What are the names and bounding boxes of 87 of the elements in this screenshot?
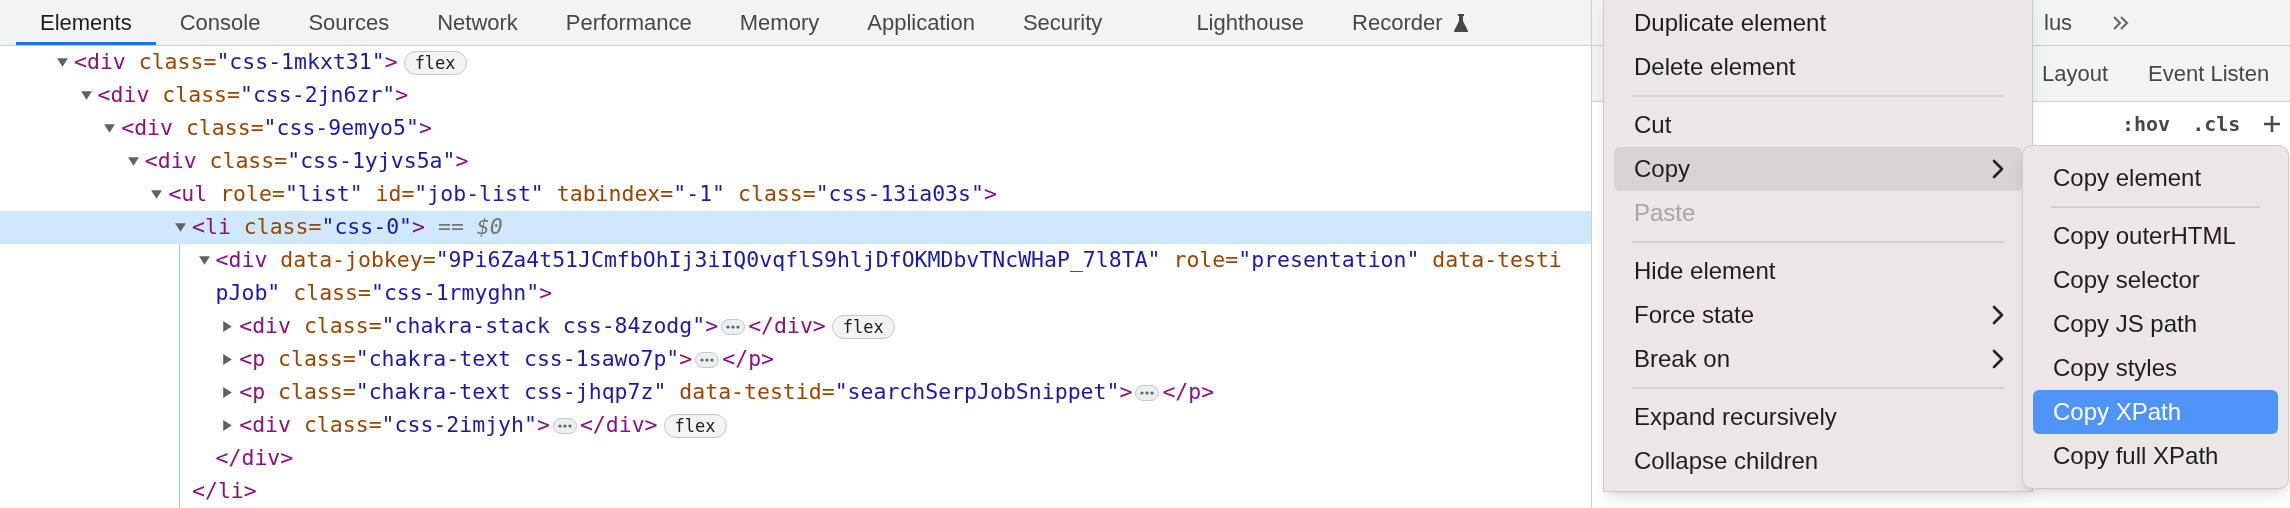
caret-down-icon[interactable] [174,221,187,234]
ellipsis-icon [700,357,715,362]
code-text: </p> [722,345,775,374]
caret-down-icon[interactable] [150,188,164,201]
dom-node-row[interactable]: <div class="css-1mkxt31"> flex [0,46,1591,79]
menu-item[interactable]: Copy full XPath [2033,434,2278,478]
menu-item[interactable]: Expand recursively [1614,395,2022,439]
panel-tab[interactable]: Lighthouse [1172,0,1329,45]
code-text: <div class="css-9emyo5"> [121,114,432,143]
code-text: <li class="css-0"> == $0 [192,213,503,242]
menu-item[interactable]: Copy selector [2033,258,2278,302]
code-text: <div class="css-1yjvs5a"> [144,147,469,176]
dom-node-row[interactable]: <div class="chakra-stack css-84zodg"> </div> flex [0,310,1591,343]
chevron-right-icon [1992,349,2004,369]
panel-tab[interactable]: Performance [541,0,716,45]
panel-tab[interactable]: Memory [715,0,844,45]
expand-button[interactable] [552,417,577,434]
caret-right-icon[interactable] [221,386,235,399]
expand-button[interactable] [1135,384,1160,401]
flask-icon [1452,12,1469,33]
menu-item[interactable]: Copy JS path [2033,302,2278,346]
code-text: <p class="chakra-text css-jhqp7z" data-testid="searchSerpJobSnippet"> [239,378,1133,407]
caret-right-icon[interactable] [221,419,235,432]
ellipsis-icon [1140,390,1155,395]
menu-item[interactable]: Copy outerHTML [2033,214,2278,258]
expand-button[interactable] [721,318,746,335]
dom-node-row[interactable]: <div class="css-9emyo5"> [0,112,1591,145]
caret-down-icon[interactable] [56,56,69,69]
chevron-right-icon [1992,159,2004,179]
panel-tab[interactable]: Security [998,0,1127,45]
ellipsis-icon [557,423,572,428]
dom-node-row[interactable]: <ul role="list" id="job-list" tabindex="-1" class="css-13ia03s"> [0,178,1591,211]
code-text: <div data-jobkey="9Pi6Za4t51JCmfbOhIj3iIQ0vqflS9hljDfOKMDbvTNcWHaP_7l8TA" role="presentation" data-testi [215,246,1562,275]
menu-item[interactable]: Duplicate element [1614,1,2022,45]
menu-item[interactable]: Cut [1614,103,2022,147]
more-tabs-icon[interactable] [2112,14,2131,31]
code-text: <div class="css-1mkxt31"> [74,48,398,77]
code-text: </p> [1162,378,1215,407]
dom-node-row[interactable]: <li class="css-0"> == $0 [0,211,1591,244]
dom-node-row[interactable]: <p class="chakra-text css-jhqp7z" data-testid="searchSerpJobSnippet"> </p> [0,376,1591,409]
code-text: pJob" class="css-1rmyghn"> [215,279,553,308]
filter-toggle[interactable]: :hov [2122,109,2171,139]
sidebar-tab[interactable]: Event Listen [2148,57,2270,90]
menu-item[interactable]: Copy styles [2033,346,2278,390]
caret-right-icon[interactable] [221,320,235,333]
panel-tab[interactable]: Elements [16,0,156,45]
filter-toggle[interactable]: .cls [2192,109,2241,139]
menu-item[interactable]: Delete element [1614,45,2022,89]
code-text: </div> [579,411,658,440]
menu-item[interactable]: Copy element [2033,156,2278,200]
caret-down-icon[interactable] [103,122,117,135]
dom-node-row[interactable]: <div class="css-2jn6zr"> [0,79,1591,112]
chevron-right-icon [1992,305,2004,325]
add-icon[interactable] [2262,114,2283,134]
panel-tab[interactable]: Network [413,0,542,45]
code-text: <ul role="list" id="job-list" tabindex="-1" class="css-13ia03s"> [168,180,997,209]
menu-item[interactable]: Copy [1614,147,2022,191]
menu-item[interactable]: Hide element [1614,249,2022,293]
tab-label[interactable]: lus [2044,6,2073,39]
flex-badge[interactable]: flex [663,413,727,438]
code-text: </div> [215,444,294,473]
menu-item[interactable]: Force state [1614,293,2022,337]
code-text: </li> [192,477,257,506]
ellipsis-icon [726,324,741,329]
panel-tab[interactable]: Console [155,0,285,45]
flex-badge[interactable]: flex [403,50,467,75]
panel-tab[interactable]: Sources [284,0,414,45]
sidebar-tab[interactable]: Layout [2042,57,2109,90]
panel-tab[interactable]: Application [843,0,999,45]
caret-down-icon[interactable] [197,254,211,267]
caret-down-icon[interactable] [126,155,140,168]
menu-item[interactable]: Break on [1614,337,2022,381]
flex-badge[interactable]: flex [831,314,895,339]
expand-button[interactable] [695,351,720,368]
dom-node-row[interactable]: <p class="chakra-text css-1sawo7p"> </p> [0,343,1591,376]
code-text: </div> [748,312,826,341]
dom-node-row[interactable]: <div class="css-1yjvs5a"> [0,145,1591,178]
code-text: <div class="chakra-stack css-84zodg"> [239,312,719,341]
dom-node-row[interactable]: <div class="css-2imjyh"> </div> flex [0,409,1591,442]
code-text: <p class="chakra-text css-1sawo7p"> [239,345,693,374]
code-text: <div class="css-2imjyh"> [239,411,550,440]
caret-right-icon[interactable] [221,353,235,366]
dom-node-row[interactable]: <div data-jobkey="9Pi6Za4t51JCmfbOhIj3iIQ0vqflS9hljDfOKMDbvTNcWHaP_7l8TA" role="presentation" data-testi [0,244,1591,277]
menu-item[interactable]: Collapse children [1614,439,2022,483]
code-text: <div class="css-2jn6zr"> [97,81,409,110]
panel-tab[interactable]: Recorder [1328,0,1493,45]
caret-down-icon[interactable] [79,89,93,102]
